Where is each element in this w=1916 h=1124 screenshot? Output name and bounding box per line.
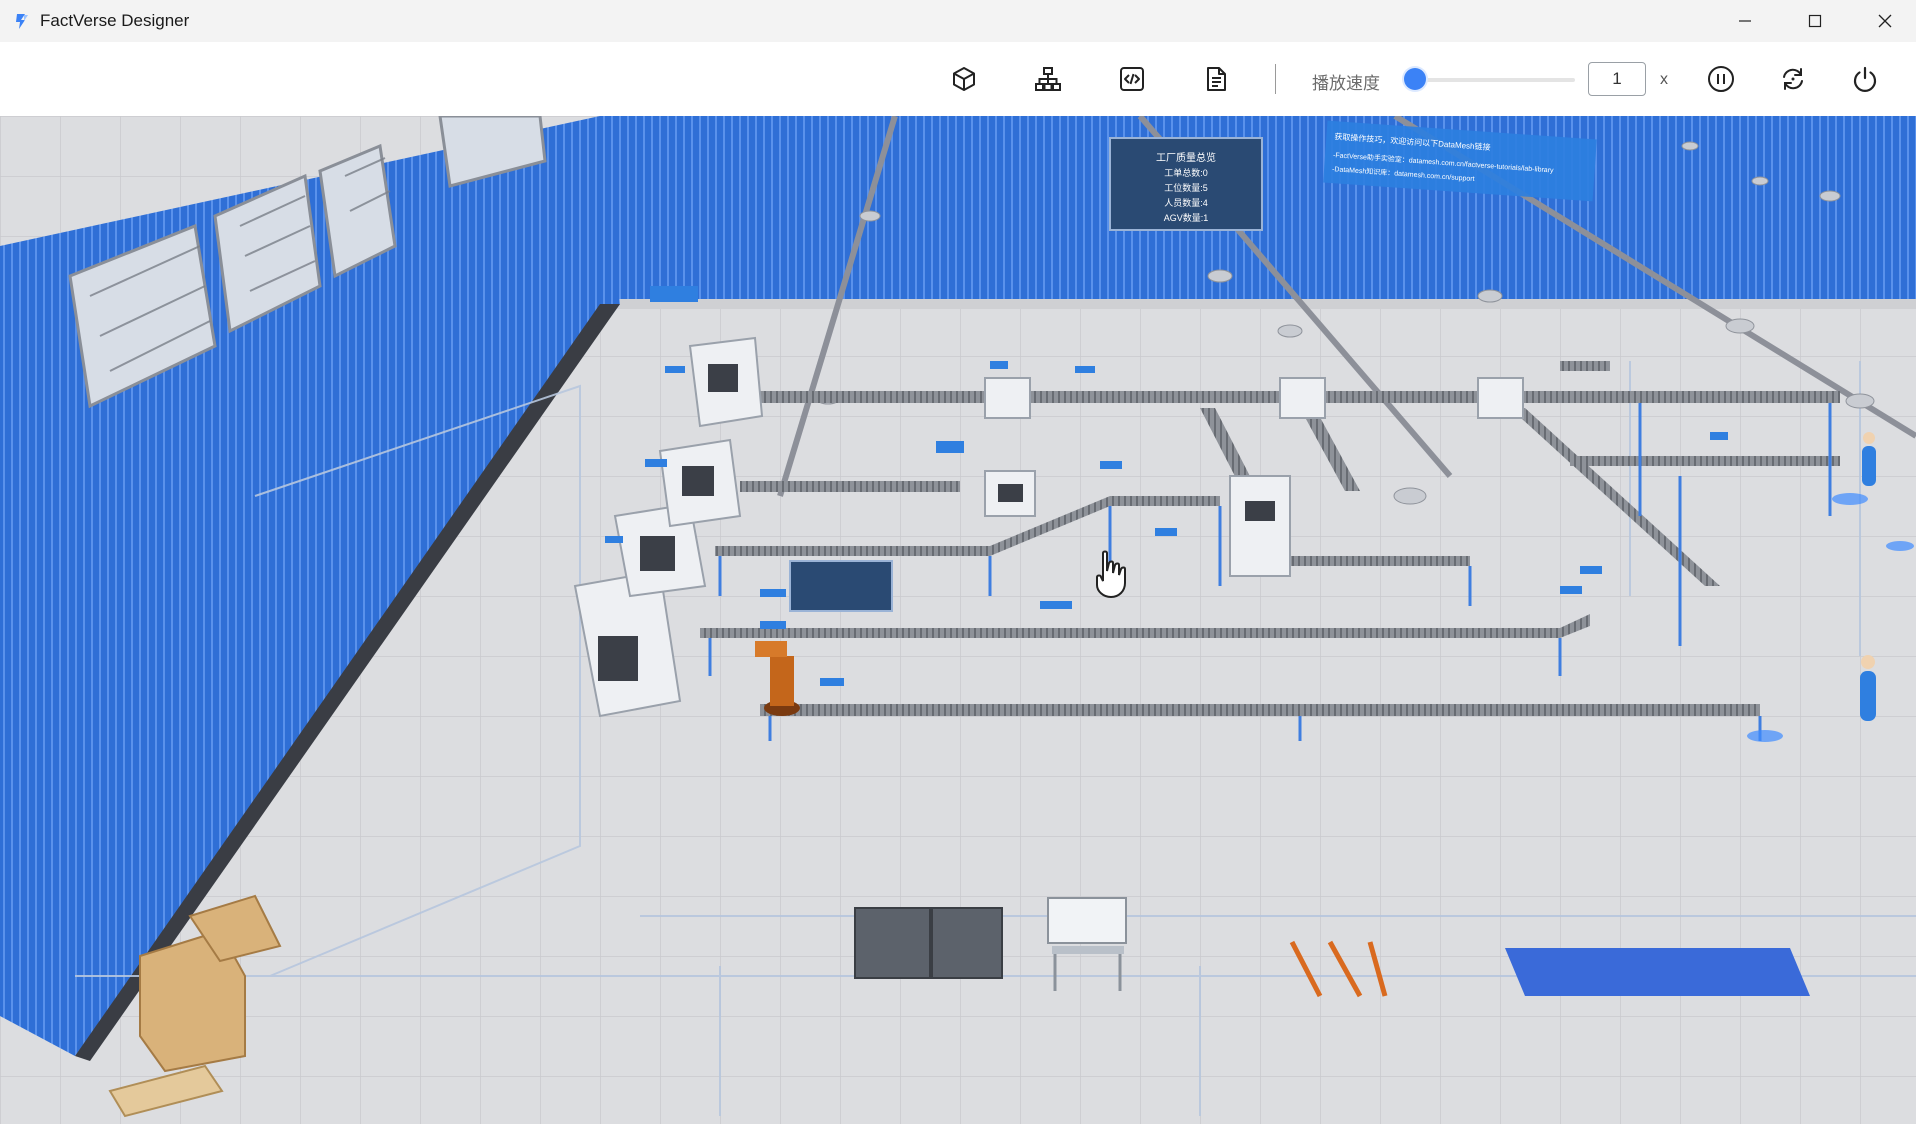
instruction-panel — [789, 560, 893, 612]
app-title: FactVerse Designer — [40, 11, 190, 30]
close-icon — [1878, 14, 1892, 28]
scene-viewport[interactable]: 工厂质量总览 工单总数:0 工位数量:5 人员数量:4 AGV数量:1 获取操作… — [0, 116, 1916, 1124]
toolbar: 播放速度 x — [0, 42, 1916, 117]
blue-pallets — [1505, 948, 1810, 996]
reset-button[interactable] — [1776, 62, 1810, 96]
pause-button[interactable] — [1704, 62, 1738, 96]
maximize-icon — [1808, 14, 1822, 28]
maximize-button[interactable] — [1780, 0, 1850, 42]
hierarchy-icon — [1035, 67, 1061, 91]
power-icon — [1853, 66, 1877, 92]
title-bar: FactVerse Designer — [0, 0, 1916, 42]
stats-board-line: 工单总数:0 — [1164, 167, 1208, 178]
storage-bins — [854, 907, 1003, 979]
stats-board-title: 工厂质量总览 — [1156, 151, 1216, 164]
factory-scene: 工厂质量总览 工单总数:0 工位数量:5 人员数量:4 AGV数量:1 获取操作… — [0, 116, 1916, 1124]
playback-speed-slider[interactable] — [1415, 78, 1575, 82]
app-logo-icon — [16, 14, 28, 29]
minimize-icon — [1739, 20, 1751, 22]
hierarchy-button[interactable] — [1031, 62, 1065, 96]
speed-unit-label: x — [1660, 71, 1668, 88]
playback-speed-label: 播放速度 — [1312, 74, 1380, 93]
minimize-button[interactable] — [1710, 0, 1780, 42]
model-view-button[interactable] — [947, 62, 981, 96]
script-button[interactable] — [1115, 62, 1149, 96]
close-button[interactable] — [1850, 0, 1916, 42]
code-icon — [1120, 67, 1144, 91]
document-icon — [1207, 67, 1226, 91]
document-button[interactable] — [1199, 62, 1233, 96]
stats-board-line: 人员数量:4 — [1164, 197, 1208, 208]
stats-board-line: 工位数量:5 — [1164, 182, 1208, 193]
exit-simulation-button[interactable] — [1848, 62, 1882, 96]
pause-icon — [1708, 66, 1734, 92]
playback-speed-input[interactable] — [1588, 62, 1646, 96]
cube-icon — [953, 67, 975, 91]
stats-board-line: AGV数量:1 — [1164, 212, 1209, 223]
slider-handle[interactable] — [1404, 68, 1426, 90]
stats-board: 工厂质量总览 工单总数:0 工位数量:5 人员数量:4 AGV数量:1 — [1109, 137, 1263, 231]
refresh-icon — [1783, 68, 1803, 90]
toolbar-divider — [1275, 64, 1276, 94]
